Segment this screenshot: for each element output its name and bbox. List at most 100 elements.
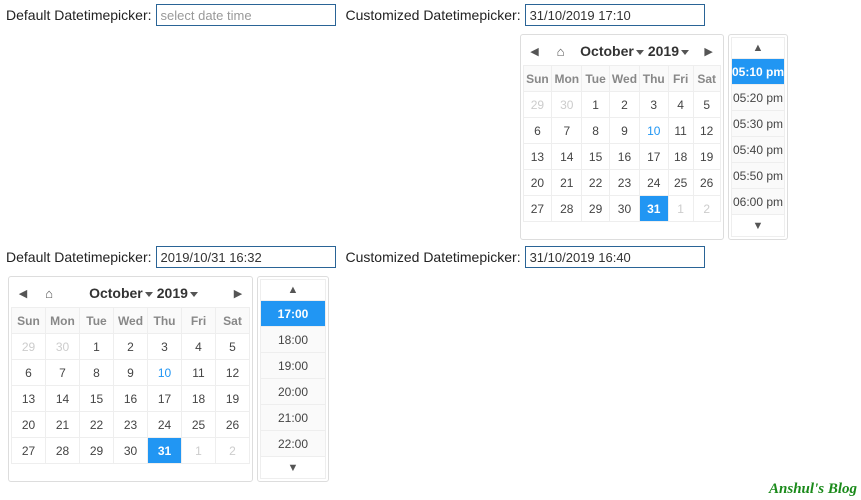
calendar-day[interactable]: 13	[12, 386, 46, 412]
calendar-day[interactable]: 2	[609, 92, 639, 118]
calendar-day[interactable]: 10	[148, 360, 182, 386]
calendar-day[interactable]: 8	[80, 360, 114, 386]
calendar-day[interactable]: 16	[114, 386, 148, 412]
calendar-day[interactable]: 30	[46, 334, 80, 360]
time-scroll-down[interactable]: ▼	[731, 215, 786, 237]
calendar-day[interactable]: 18	[668, 144, 693, 170]
month-dropdown[interactable]: October	[89, 285, 153, 301]
calendar-day[interactable]: 25	[668, 170, 693, 196]
calendar-day[interactable]: 31	[148, 438, 182, 464]
calendar-day[interactable]: 9	[114, 360, 148, 386]
calendar-day[interactable]: 22	[582, 170, 610, 196]
calendar-day[interactable]: 1	[582, 92, 610, 118]
calendar-day[interactable]: 10	[640, 118, 669, 144]
calendar-day[interactable]: 23	[609, 170, 639, 196]
calendar-day[interactable]: 21	[46, 412, 80, 438]
today-button[interactable]: ⌂	[37, 280, 61, 306]
calendar-day[interactable]: 13	[523, 144, 552, 170]
calendar-day[interactable]: 6	[12, 360, 46, 386]
calendar-day[interactable]: 23	[114, 412, 148, 438]
calendar-day[interactable]: 12	[693, 118, 720, 144]
calendar-day[interactable]: 29	[523, 92, 552, 118]
next-month-button[interactable]: ▶	[226, 280, 250, 306]
time-option[interactable]: 20:00	[260, 379, 326, 405]
calendar-day[interactable]: 19	[216, 386, 250, 412]
calendar-day[interactable]: 5	[216, 334, 250, 360]
time-scroll-down[interactable]: ▼	[260, 457, 326, 479]
calendar-day[interactable]: 2	[114, 334, 148, 360]
time-option[interactable]: 21:00	[260, 405, 326, 431]
calendar-day[interactable]: 4	[182, 334, 216, 360]
calendar-day[interactable]: 30	[552, 92, 582, 118]
calendar-day[interactable]: 29	[12, 334, 46, 360]
time-option[interactable]: 17:00	[260, 301, 326, 327]
default-datetime-input[interactable]	[156, 4, 336, 26]
calendar-day[interactable]: 14	[552, 144, 582, 170]
calendar-day[interactable]: 1	[80, 334, 114, 360]
calendar-day[interactable]: 2	[216, 438, 250, 464]
calendar-day[interactable]: 14	[46, 386, 80, 412]
calendar-day[interactable]: 12	[216, 360, 250, 386]
calendar-day[interactable]: 15	[80, 386, 114, 412]
prev-month-button[interactable]: ◀	[11, 280, 35, 306]
next-month-button[interactable]: ▶	[697, 38, 721, 64]
calendar-day[interactable]: 28	[552, 196, 582, 222]
calendar-day[interactable]: 8	[582, 118, 610, 144]
time-option[interactable]: 05:40 pm	[731, 137, 786, 163]
calendar-day[interactable]: 11	[182, 360, 216, 386]
calendar-day[interactable]: 24	[148, 412, 182, 438]
time-option[interactable]: 06:00 pm	[731, 189, 786, 215]
calendar-day[interactable]: 29	[582, 196, 610, 222]
time-option[interactable]: 22:00	[260, 431, 326, 457]
custom-datetime-input[interactable]	[525, 4, 705, 26]
time-scroll-up[interactable]: ▲	[731, 37, 786, 59]
calendar-day[interactable]: 6	[523, 118, 552, 144]
custom-datetime-input[interactable]	[525, 246, 705, 268]
calendar-day[interactable]: 2	[693, 196, 720, 222]
time-option[interactable]: 05:30 pm	[731, 111, 786, 137]
calendar-day[interactable]: 26	[216, 412, 250, 438]
prev-month-button[interactable]: ◀	[523, 38, 547, 64]
calendar-day[interactable]: 4	[668, 92, 693, 118]
calendar-day[interactable]: 20	[523, 170, 552, 196]
default-datetime-input[interactable]	[156, 246, 336, 268]
calendar-day[interactable]: 31	[640, 196, 669, 222]
calendar-day[interactable]: 18	[182, 386, 216, 412]
time-option[interactable]: 05:20 pm	[731, 85, 786, 111]
calendar-day[interactable]: 17	[148, 386, 182, 412]
calendar-day[interactable]: 9	[609, 118, 639, 144]
calendar-day[interactable]: 7	[46, 360, 80, 386]
calendar-day[interactable]: 7	[552, 118, 582, 144]
calendar-day[interactable]: 27	[523, 196, 552, 222]
calendar-day[interactable]: 27	[12, 438, 46, 464]
time-scroll-up[interactable]: ▲	[260, 279, 326, 301]
calendar-day[interactable]: 15	[582, 144, 610, 170]
calendar-day[interactable]: 21	[552, 170, 582, 196]
year-dropdown[interactable]: 2019	[157, 285, 198, 301]
calendar-day[interactable]: 1	[182, 438, 216, 464]
today-button[interactable]: ⌂	[549, 38, 573, 64]
calendar-day[interactable]: 17	[640, 144, 669, 170]
calendar-day[interactable]: 28	[46, 438, 80, 464]
calendar-day[interactable]: 11	[668, 118, 693, 144]
calendar-day[interactable]: 22	[80, 412, 114, 438]
time-option[interactable]: 18:00	[260, 327, 326, 353]
calendar-day[interactable]: 20	[12, 412, 46, 438]
time-option[interactable]: 05:10 pm	[731, 59, 786, 85]
calendar-day[interactable]: 25	[182, 412, 216, 438]
calendar-day[interactable]: 26	[693, 170, 720, 196]
calendar-day[interactable]: 30	[609, 196, 639, 222]
calendar-day[interactable]: 3	[148, 334, 182, 360]
calendar-day[interactable]: 16	[609, 144, 639, 170]
calendar-day[interactable]: 29	[80, 438, 114, 464]
time-option[interactable]: 19:00	[260, 353, 326, 379]
calendar-day[interactable]: 1	[668, 196, 693, 222]
calendar-day[interactable]: 3	[640, 92, 669, 118]
calendar-day[interactable]: 19	[693, 144, 720, 170]
calendar-day[interactable]: 5	[693, 92, 720, 118]
calendar-day[interactable]: 24	[640, 170, 669, 196]
time-option[interactable]: 05:50 pm	[731, 163, 786, 189]
month-dropdown[interactable]: October	[580, 43, 644, 59]
year-dropdown[interactable]: 2019	[648, 43, 689, 59]
calendar-day[interactable]: 30	[114, 438, 148, 464]
